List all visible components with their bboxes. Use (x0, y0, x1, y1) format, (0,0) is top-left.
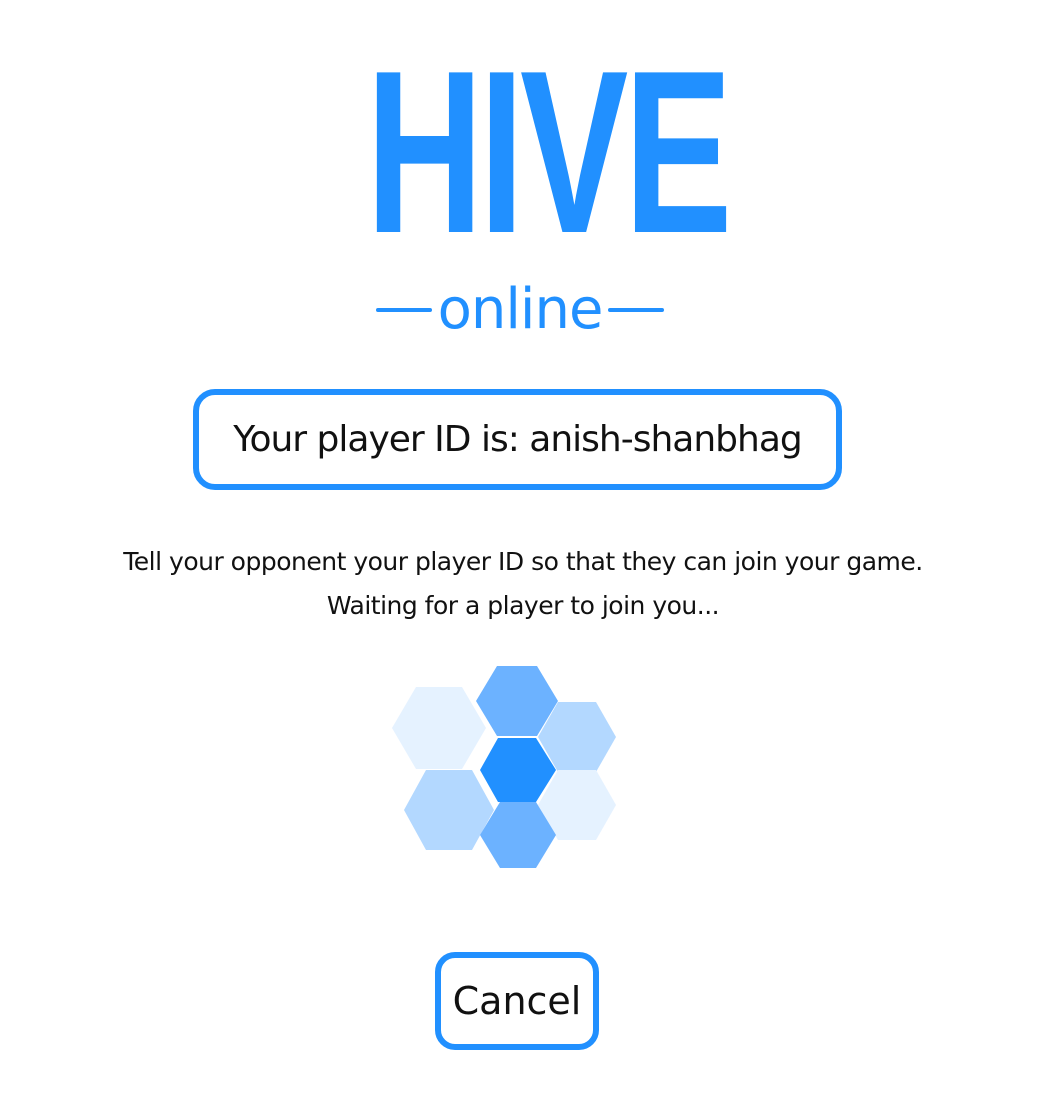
logo-subtitle-group: online (370, 278, 670, 342)
cancel-button[interactable]: Cancel (435, 952, 599, 1050)
waiting-status: Waiting for a player to join you... (326, 591, 720, 620)
hexagon-cell (404, 770, 494, 850)
hexagon-loading-icon (392, 666, 616, 868)
subtitle-left-dash (375, 308, 432, 312)
logo-subtitle: online (437, 277, 604, 342)
hexagon-cell (392, 687, 486, 769)
subtitle-right-dash (608, 308, 665, 312)
hive-logo: HIVE (300, 23, 740, 282)
logo-title: HIVE (366, 23, 732, 282)
instruction-message: Tell your opponent your player ID so tha… (40, 540, 1006, 628)
instruction-line: Tell your opponent your player ID so tha… (123, 547, 923, 576)
player-id-box: Your player ID is: anish-shanbhag (193, 389, 842, 490)
